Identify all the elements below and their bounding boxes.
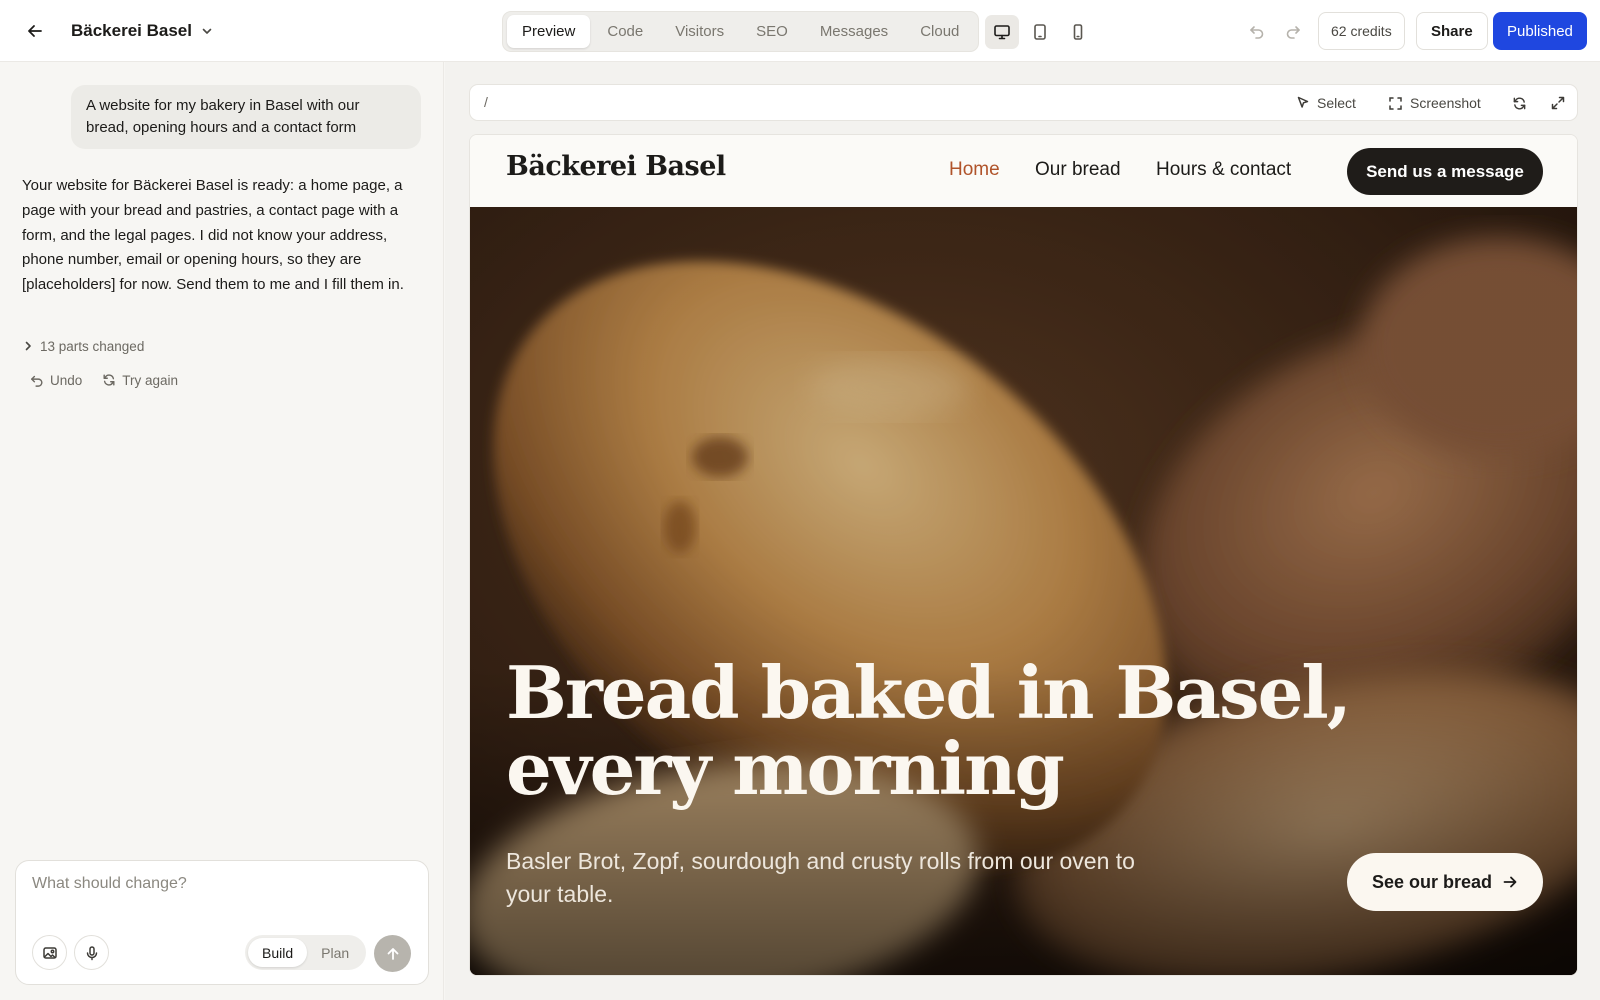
undo-label: Undo bbox=[50, 372, 83, 388]
hero-title: Bread baked in Basel, every morning bbox=[506, 655, 1406, 807]
project-name: Bäckerei Basel bbox=[71, 21, 192, 40]
reload-preview-button[interactable] bbox=[1509, 93, 1529, 113]
preview-address-bar: / Select Screenshot bbox=[469, 84, 1578, 121]
expand-icon bbox=[1551, 96, 1565, 110]
refresh-icon bbox=[1512, 96, 1527, 111]
tab-code[interactable]: Code bbox=[592, 15, 658, 48]
message-input[interactable] bbox=[32, 875, 412, 915]
voice-input-button[interactable] bbox=[74, 935, 109, 970]
fullscreen-button[interactable] bbox=[1548, 93, 1568, 113]
refresh-icon bbox=[102, 373, 116, 387]
microphone-icon bbox=[84, 945, 100, 961]
tab-visitors[interactable]: Visitors bbox=[660, 15, 739, 48]
arrow-left-icon bbox=[26, 22, 44, 40]
mobile-view-button[interactable] bbox=[1061, 15, 1095, 49]
send-button[interactable] bbox=[374, 935, 411, 972]
message-composer: Build Plan bbox=[15, 860, 429, 985]
undo-change-button[interactable]: Undo bbox=[30, 373, 82, 388]
redo-button[interactable] bbox=[1278, 16, 1308, 46]
chat-panel: A website for my bakery in Basel with ou… bbox=[0, 62, 444, 1000]
redo-icon bbox=[1285, 23, 1301, 39]
url-path[interactable]: / bbox=[484, 94, 488, 110]
select-label: Select bbox=[1317, 95, 1356, 111]
view-tabs: Preview Code Visitors SEO Messages Cloud bbox=[502, 11, 980, 52]
tab-seo[interactable]: SEO bbox=[741, 15, 803, 48]
cursor-icon bbox=[1296, 96, 1310, 110]
tab-preview[interactable]: Preview bbox=[507, 15, 591, 48]
try-again-label: Try again bbox=[122, 372, 179, 388]
attach-image-button[interactable] bbox=[32, 935, 67, 970]
mode-plan[interactable]: Plan bbox=[307, 938, 363, 967]
message-actions: Undo Try again bbox=[30, 369, 178, 391]
hero-section: Bread baked in Basel, every morning Basl… bbox=[470, 207, 1577, 975]
undo-button[interactable] bbox=[1242, 16, 1272, 46]
history-controls bbox=[1242, 16, 1308, 46]
screenshot-button[interactable]: Screenshot bbox=[1388, 93, 1481, 113]
chevron-right-icon bbox=[22, 340, 34, 352]
see-our-bread-label: See our bread bbox=[1371, 871, 1493, 892]
share-button[interactable]: Share bbox=[1416, 12, 1488, 50]
tab-messages[interactable]: Messages bbox=[805, 15, 903, 48]
publish-button[interactable]: Published bbox=[1493, 12, 1587, 50]
image-icon bbox=[42, 945, 58, 961]
site-logo[interactable]: Bäckerei Basel bbox=[506, 151, 726, 182]
top-bar: Bäckerei Basel Preview Code Visitors SEO… bbox=[0, 0, 1600, 62]
hero-subtitle: Basler Brot, Zopf, sourdough and crusty … bbox=[506, 848, 1135, 907]
tablet-view-button[interactable] bbox=[1023, 15, 1057, 49]
screenshot-label: Screenshot bbox=[1410, 95, 1481, 111]
site-preview: Bäckerei Basel Home Our bread Hours & co… bbox=[469, 134, 1578, 976]
mode-switch: Build Plan bbox=[245, 935, 367, 970]
site-nav-our-bread[interactable]: Our bread bbox=[1035, 159, 1121, 181]
site-nav-hours-contact[interactable]: Hours & contact bbox=[1156, 159, 1291, 181]
see-our-bread-button[interactable]: See our bread bbox=[1347, 853, 1543, 911]
send-message-button[interactable]: Send us a message bbox=[1347, 148, 1543, 195]
mobile-icon bbox=[1069, 23, 1087, 41]
arrow-right-icon bbox=[1502, 874, 1518, 890]
hero-title-line-1: Bread baked in Basel, bbox=[506, 650, 1352, 735]
arrow-up-icon bbox=[385, 946, 401, 962]
desktop-icon bbox=[993, 23, 1011, 41]
project-switcher[interactable]: Bäckerei Basel bbox=[71, 18, 214, 44]
changes-toggle[interactable]: 13 parts changed bbox=[22, 335, 144, 357]
mode-build[interactable]: Build bbox=[248, 938, 308, 967]
hero-title-line-2: every morning bbox=[506, 726, 1065, 811]
site-header: Bäckerei Basel Home Our bread Hours & co… bbox=[470, 135, 1577, 207]
screenshot-icon bbox=[1388, 96, 1403, 111]
back-button[interactable] bbox=[20, 16, 50, 46]
device-switcher bbox=[985, 11, 1095, 52]
desktop-view-button[interactable] bbox=[985, 14, 1019, 49]
credits-counter[interactable]: 62 credits bbox=[1318, 12, 1405, 50]
user-message: A website for my bakery in Basel with ou… bbox=[71, 85, 421, 149]
chevron-down-icon bbox=[200, 24, 214, 38]
tab-cloud[interactable]: Cloud bbox=[905, 15, 974, 48]
tablet-icon bbox=[1031, 23, 1049, 41]
undo-icon bbox=[1249, 23, 1265, 39]
changes-label: 13 parts changed bbox=[40, 338, 145, 354]
try-again-button[interactable]: Try again bbox=[102, 373, 178, 388]
site-nav-home[interactable]: Home bbox=[949, 159, 1000, 181]
select-element-button[interactable]: Select bbox=[1296, 93, 1356, 113]
undo-icon bbox=[30, 373, 44, 387]
preview-panel: / Select Screenshot Bäckerei Basel Home … bbox=[445, 62, 1600, 1000]
assistant-message: Your website for Bäckerei Basel is ready… bbox=[22, 177, 404, 294]
